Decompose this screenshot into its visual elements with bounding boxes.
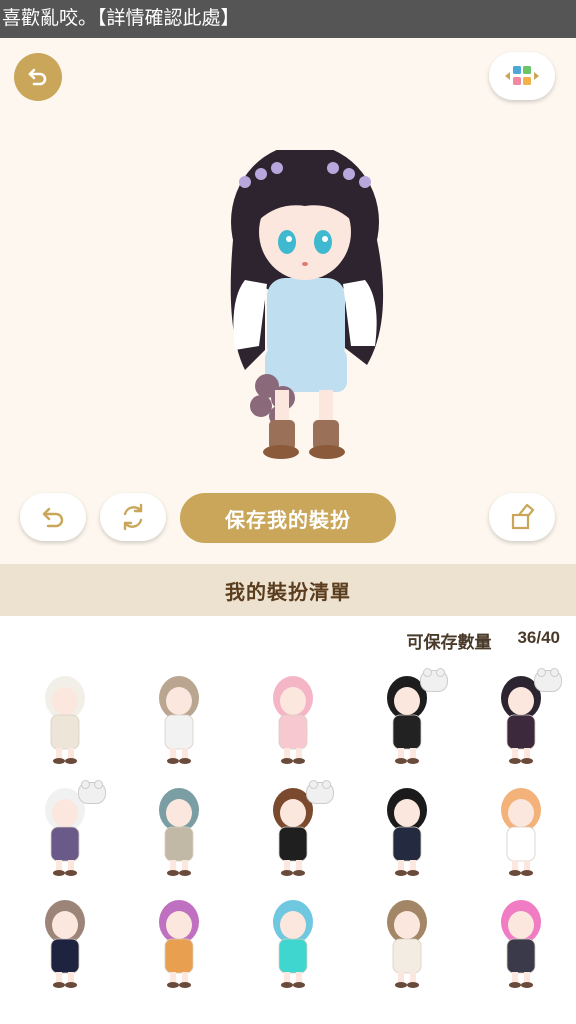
outfit-thumbnail[interactable]	[20, 780, 110, 880]
outfit-thumbnail[interactable]	[362, 892, 452, 992]
capacity-row: 可保存數量 36/40	[406, 628, 560, 653]
outfit-avatar-icon	[387, 788, 427, 876]
back-button[interactable]	[14, 53, 62, 101]
clear-outfit-icon	[511, 503, 535, 530]
outfit-thumbnail[interactable]	[134, 668, 224, 768]
outfit-avatar-icon	[501, 900, 541, 988]
save-outfit-button[interactable]: 保存我的裝扮	[180, 493, 396, 543]
outfit-thumbnail[interactable]	[20, 668, 110, 768]
undo-icon	[42, 507, 64, 528]
outfit-avatar-icon	[45, 676, 85, 764]
outfit-thumbnail[interactable]	[476, 780, 566, 880]
theme-select-button[interactable]	[489, 52, 555, 100]
outfit-avatar-icon	[501, 788, 541, 876]
clear-outfit-button[interactable]	[489, 493, 555, 541]
avatar-stage: 保存我的裝扮	[0, 38, 576, 564]
outfit-avatar-icon	[273, 676, 313, 764]
outfit-thumbnail[interactable]	[248, 780, 338, 880]
bear-badge-icon	[306, 780, 334, 804]
outfit-thumbnail[interactable]	[248, 892, 338, 992]
avatar-character	[230, 150, 384, 459]
theme-grid-icon	[505, 66, 539, 85]
banner-text: 喜歡亂咬。【詳情確認此處】	[2, 8, 240, 29]
refresh-icon	[123, 503, 143, 531]
bear-badge-icon	[420, 668, 448, 692]
bear-badge-icon	[78, 780, 106, 804]
outfit-thumbnail[interactable]	[476, 892, 566, 992]
outfit-avatar-icon	[159, 788, 199, 876]
outfit-thumbnail[interactable]	[248, 668, 338, 768]
outfit-avatar-icon	[273, 900, 313, 988]
outfit-thumbnail[interactable]	[362, 780, 452, 880]
notification-banner[interactable]: 喜歡亂咬。【詳情確認此處】	[0, 0, 576, 38]
outfit-thumbnail[interactable]	[134, 892, 224, 992]
capacity-value: 36/40	[517, 628, 560, 647]
back-arrow-icon	[28, 68, 47, 86]
outfit-thumbnail[interactable]	[20, 892, 110, 992]
outfit-thumbnail[interactable]	[362, 668, 452, 768]
outfit-avatar-icon	[45, 900, 85, 988]
refresh-button[interactable]	[100, 493, 166, 541]
bear-badge-icon	[534, 668, 562, 692]
capacity-label: 可保存數量	[406, 633, 492, 652]
outfit-avatar-icon	[159, 900, 199, 988]
undo-button[interactable]	[20, 493, 86, 541]
outfit-avatar-icon	[159, 676, 199, 764]
outfit-list[interactable]: 可保存數量 36/40	[0, 616, 576, 1024]
outfit-list-title: 我的裝扮清單	[0, 564, 576, 616]
outfit-thumbnail[interactable]	[134, 780, 224, 880]
outfit-avatar-icon	[387, 900, 427, 988]
outfit-thumbnail[interactable]	[476, 668, 566, 768]
